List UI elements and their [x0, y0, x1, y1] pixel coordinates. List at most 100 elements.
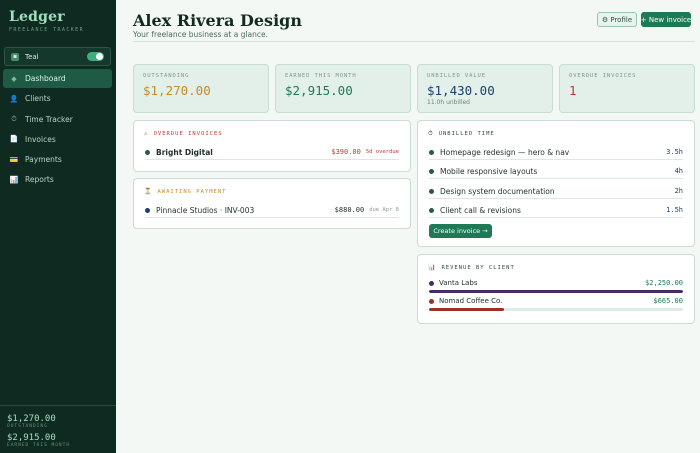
theme-toggle[interactable]: ▪ Teal — [4, 47, 111, 66]
revenue-bar-track — [429, 308, 683, 311]
stat-card-unbilled: UNBILLED VALUE $1,430.00 11.0h unbilled — [417, 64, 553, 113]
revenue-row: Vanta Labs $2,250.00 — [429, 278, 683, 293]
panel-title: AWAITING PAYMENT — [157, 188, 227, 195]
summary-earned-amount: $2,915.00 — [7, 433, 56, 443]
stat-note: 11.0h unbilled — [427, 99, 470, 106]
panel-header: ⏳ AWAITING PAYMENT — [144, 188, 226, 195]
client-dot — [429, 298, 434, 304]
revenue-row: Nomad Coffee Co. $665.00 — [429, 296, 683, 311]
header-divider — [133, 41, 695, 42]
new-invoice-button[interactable]: + New invoice — [641, 12, 691, 27]
list-item[interactable]: Mobile responsive layouts 4h — [429, 164, 683, 179]
task-hours: 2h — [674, 187, 683, 195]
client-name: Nomad Coffee Co. — [439, 297, 503, 305]
timer-icon: ⏱ — [11, 114, 17, 123]
sidebar-item-label: Invoices — [25, 134, 56, 144]
summary-earned-label: EARNED THIS MONTH — [7, 443, 71, 448]
task-name: Design system documentation — [440, 186, 555, 196]
sidebar-item-dashboard[interactable]: ◆ Dashboard — [3, 69, 112, 88]
invoice-amount: $390.00 — [331, 148, 361, 156]
status-dot — [429, 168, 434, 174]
stat-value: 1 — [569, 83, 577, 98]
create-invoice-button[interactable]: Create invoice → — [429, 224, 492, 238]
sidebar-item-invoices[interactable]: 📄 Invoices — [3, 130, 112, 149]
panel-header: ⚠ OVERDUE INVOICES — [144, 130, 223, 137]
sidebar-nav: ◆ Dashboard 👤 Clients ⏱ Time Tracker 📄 I… — [3, 69, 112, 191]
sidebar-item-time-tracker[interactable]: ⏱ Time Tracker — [3, 110, 112, 129]
revenue-amount: $2,250.00 — [645, 279, 683, 287]
stat-card-overdue: OVERDUE INVOICES 1 — [559, 64, 695, 113]
client-name: Vanta Labs — [439, 279, 478, 287]
status-dot — [429, 207, 434, 213]
theme-label: Teal — [25, 52, 39, 61]
theme-switch[interactable] — [87, 52, 104, 61]
stat-card-earned: EARNED THIS MONTH $2,915.00 — [275, 64, 411, 113]
client-name: Bright Digital — [156, 147, 213, 157]
invoice-icon: 📄 — [9, 135, 19, 144]
panel-title: OVERDUE INVOICES — [153, 130, 223, 137]
task-name: Mobile responsive layouts — [440, 166, 538, 176]
status-dot — [429, 188, 434, 194]
status-dot — [429, 149, 434, 155]
reports-icon: 📊 — [9, 175, 19, 184]
warning-icon: ⚠ — [144, 130, 149, 137]
brand: Ledger FREELANCE TRACKER — [9, 9, 84, 33]
palette-icon: ▪ — [11, 52, 19, 61]
task-hours: 3.5h — [666, 148, 683, 156]
stat-value: $1,270.00 — [143, 83, 211, 98]
status-dot — [145, 207, 150, 213]
page-subtitle: Your freelance business at a glance. — [133, 30, 269, 39]
awaiting-payment-panel: ⏳ AWAITING PAYMENT Pinnacle Studios · IN… — [133, 178, 411, 229]
task-name: Client call & revisions — [440, 205, 521, 215]
task-name: Homepage redesign — hero & nav — [440, 147, 570, 157]
brand-title: Ledger — [9, 9, 65, 25]
list-item[interactable]: Client call & revisions 1.5h — [429, 203, 683, 218]
stat-value: $1,430.00 — [427, 83, 495, 98]
overdue-days: 5d overdue — [365, 149, 399, 155]
invoice-name: Pinnacle Studios · INV-003 — [156, 205, 255, 215]
stat-label: UNBILLED VALUE — [427, 73, 486, 79]
payments-icon: 💳 — [9, 155, 19, 164]
brand-subtitle: FREELANCE TRACKER — [9, 27, 84, 33]
stat-label: EARNED THIS MONTH — [285, 73, 357, 79]
summary-outstanding-label: OUTSTANDING — [7, 424, 48, 429]
stat-label: OUTSTANDING — [143, 73, 190, 79]
list-item[interactable]: Bright Digital $390.00 5d overdue — [145, 145, 399, 160]
task-hours: 4h — [674, 167, 683, 175]
revenue-bar-fill — [429, 290, 683, 293]
sidebar-item-clients[interactable]: 👤 Clients — [3, 89, 112, 108]
sidebar-item-reports[interactable]: 📊 Reports — [3, 170, 112, 189]
sidebar-summary: $1,270.00 OUTSTANDING $2,915.00 EARNED T… — [0, 405, 116, 453]
timer-icon: ⏱ — [428, 130, 434, 137]
sidebar-item-label: Dashboard — [25, 74, 66, 83]
sidebar-item-payments[interactable]: 💳 Payments — [3, 150, 112, 169]
sidebar-item-label: Reports — [25, 175, 54, 185]
invoice-amount: $880.00 — [334, 206, 365, 214]
panel-title: UNBILLED TIME — [438, 131, 495, 137]
stat-label: OVERDUE INVOICES — [569, 73, 637, 79]
profile-button[interactable]: ⚙ Profile — [597, 12, 637, 27]
list-item[interactable]: Homepage redesign — hero & nav 3.5h — [429, 145, 683, 160]
page-title: Alex Rivera Design — [133, 11, 302, 30]
panel-title: REVENUE BY CLIENT — [441, 264, 515, 271]
revenue-amount: $665.00 — [653, 297, 683, 305]
sidebar: Ledger FREELANCE TRACKER ▪ Teal ◆ Dashbo… — [0, 0, 116, 453]
chart-icon: 📊 — [428, 264, 437, 271]
panel-header: 📊 REVENUE BY CLIENT — [428, 264, 515, 271]
sidebar-item-label: Payments — [25, 155, 62, 165]
revenue-bar-fill — [429, 308, 505, 311]
list-item[interactable]: Design system documentation 2h — [429, 184, 683, 199]
summary-outstanding-amount: $1,270.00 — [7, 414, 56, 424]
hourglass-icon: ⏳ — [144, 188, 153, 195]
dashboard-icon: ◆ — [11, 74, 17, 83]
clients-icon: 👤 — [9, 94, 19, 103]
revenue-bar-track — [429, 290, 683, 293]
overdue-invoices-panel: ⚠ OVERDUE INVOICES Bright Digital $390.0… — [133, 120, 411, 172]
list-item[interactable]: Pinnacle Studios · INV-003 $880.00 due A… — [145, 203, 399, 218]
status-dot — [145, 149, 150, 155]
due-date: due Apr 8 — [369, 207, 399, 213]
sidebar-item-label: Clients — [25, 94, 51, 104]
panel-header: ⏱ UNBILLED TIME — [428, 130, 495, 138]
sidebar-item-label: Time Tracker — [25, 114, 73, 124]
client-dot — [429, 280, 434, 286]
